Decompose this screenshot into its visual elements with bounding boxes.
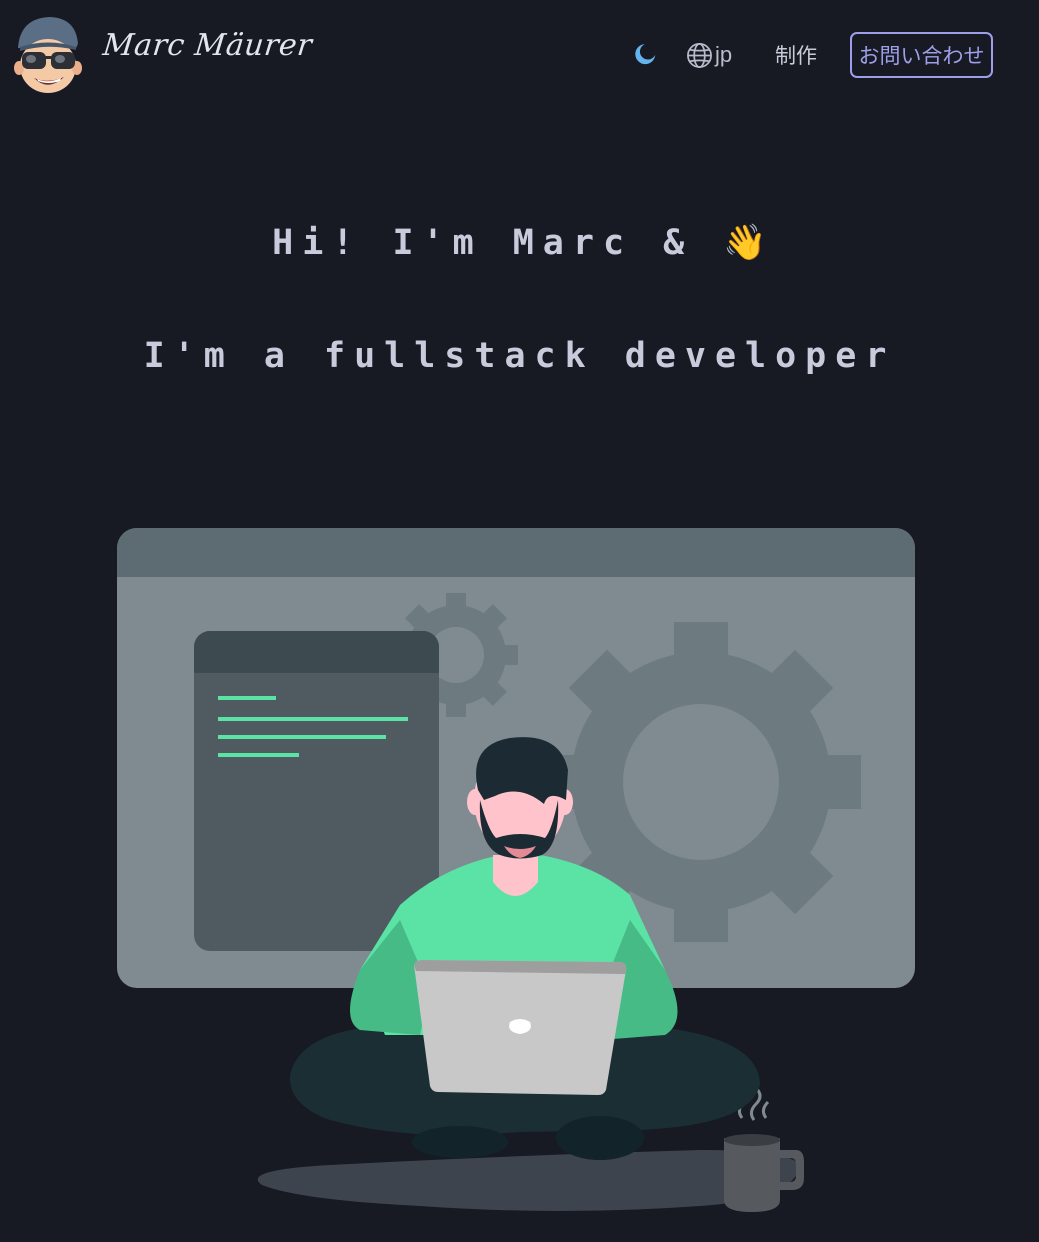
avatar[interactable]	[14, 14, 84, 94]
laptop-icon	[414, 960, 627, 1095]
language-selector[interactable]: jp	[686, 40, 732, 70]
contact-button[interactable]: お問い合わせ	[850, 32, 993, 78]
globe-icon	[687, 42, 712, 68]
hero-greeting-text: Hi! I'm Marc &	[272, 223, 724, 263]
code-panel-illustration	[194, 631, 439, 951]
hero-greeting: Hi! I'm Marc & 👋	[0, 222, 1039, 263]
theme-toggle-button[interactable]	[632, 41, 658, 67]
waving-hand-icon: 👋	[723, 223, 767, 263]
site-header: Marc Mäurer jp 制作 お問い合わせ	[0, 0, 1039, 110]
developer-illustration	[0, 500, 1039, 1242]
language-label: jp	[715, 42, 733, 67]
hero-subtitle: I'm a fullstack developer	[143, 336, 896, 376]
site-brand[interactable]: Marc Mäurer	[101, 28, 314, 63]
memoji-avatar-icon	[14, 17, 82, 93]
moon-icon	[635, 44, 656, 65]
nav-works-link[interactable]: 制作	[775, 40, 817, 70]
page: Marc Mäurer jp 制作 お問い合わせ Hi! I'm Marc & …	[0, 0, 1039, 1242]
